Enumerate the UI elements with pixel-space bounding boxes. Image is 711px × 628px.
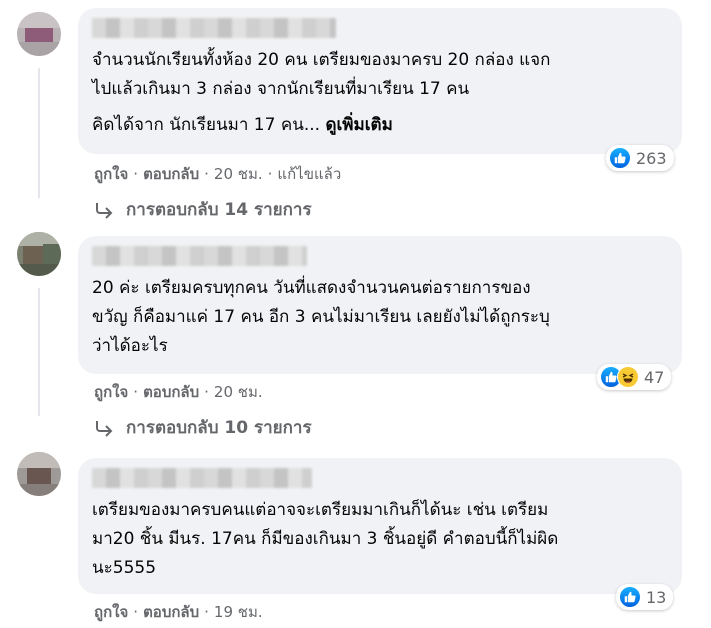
like-button[interactable]: ถูกใจ <box>94 380 128 404</box>
reaction-count: 263 <box>636 148 667 168</box>
see-more-link[interactable]: ดูเพิ่มเติม <box>325 115 392 135</box>
comment-text: 20 ค่ะ เตรียมครบทุกคน วันที่แสดงจำนวนคนต… <box>92 278 550 356</box>
thread-line <box>38 288 40 416</box>
comment-text: จำนวนนักเรียนทั้งห้อง 20 คน เตรียมของมาค… <box>92 50 551 99</box>
timestamp[interactable]: 20 ชม. <box>214 162 263 186</box>
comment-actions: ถูกใจ · ตอบกลับ · 19 ชม. <box>94 600 263 624</box>
reaction-count: 47 <box>644 367 665 387</box>
reaction-summary[interactable]: 47 <box>597 364 672 390</box>
view-replies-label: การตอบกลับ 14 รายการ <box>126 200 312 220</box>
comment-bubble: 20 ค่ะ เตรียมครบทุกคน วันที่แสดงจำนวนคนต… <box>78 236 682 374</box>
like-reaction-icon <box>619 586 641 608</box>
view-replies-link[interactable]: การตอบกลับ 10 รายการ <box>94 414 312 441</box>
reply-button[interactable]: ตอบกลับ <box>143 600 199 624</box>
edited-label[interactable]: แก้ไขแล้ว <box>277 162 341 186</box>
reply-arrow-icon <box>94 419 114 437</box>
haha-reaction-icon <box>617 366 639 388</box>
commenter-name-blurred[interactable] <box>92 246 307 266</box>
reaction-summary[interactable]: 13 <box>616 584 674 610</box>
thread-line <box>38 68 40 198</box>
reply-button[interactable]: ตอบกลับ <box>143 380 199 404</box>
comment-bubble: จำนวนนักเรียนทั้งห้อง 20 คน เตรียมของมาค… <box>78 8 682 154</box>
comment-text: เตรียมของมาครบคนแต่อาจจะเตรียมมาเกินก็ได… <box>92 500 559 578</box>
timestamp[interactable]: 19 ชม. <box>214 600 263 624</box>
like-button[interactable]: ถูกใจ <box>94 162 128 186</box>
reaction-count: 13 <box>646 587 667 607</box>
avatar[interactable] <box>17 232 61 276</box>
avatar[interactable] <box>17 12 61 56</box>
reaction-summary[interactable]: 263 <box>606 145 674 171</box>
like-button[interactable]: ถูกใจ <box>94 600 128 624</box>
comment-bubble: เตรียมของมาครบคนแต่อาจจะเตรียมมาเกินก็ได… <box>78 458 682 594</box>
avatar[interactable] <box>17 452 61 496</box>
commenter-name-blurred[interactable] <box>92 18 336 38</box>
comment-actions: ถูกใจ · ตอบกลับ · 20 ชม. · แก้ไขแล้ว <box>94 162 341 186</box>
reply-arrow-icon <box>94 201 114 219</box>
like-reaction-icon <box>609 147 631 169</box>
commenter-name-blurred[interactable] <box>92 468 312 488</box>
comment-text-continued: คิดได้จาก นักเรียนมา 17 คน... ดูเพิ่มเติ… <box>92 115 393 135</box>
reply-button[interactable]: ตอบกลับ <box>143 162 199 186</box>
view-replies-link[interactable]: การตอบกลับ 14 รายการ <box>94 196 312 223</box>
timestamp[interactable]: 20 ชม. <box>214 380 263 404</box>
view-replies-label: การตอบกลับ 10 รายการ <box>126 418 312 438</box>
comment-actions: ถูกใจ · ตอบกลับ · 20 ชม. <box>94 380 263 404</box>
